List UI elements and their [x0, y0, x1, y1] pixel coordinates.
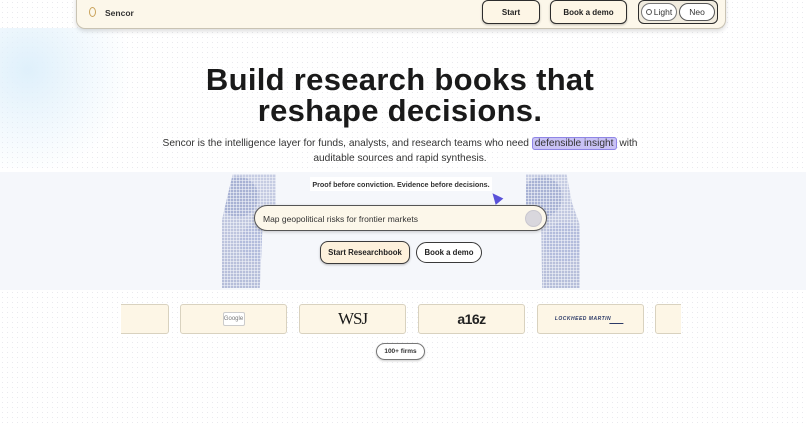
start-button[interactable]: Start: [482, 0, 540, 24]
sun-icon: [645, 9, 652, 15]
subtitle-highlight: defensible insight: [531, 137, 617, 150]
book-demo-button[interactable]: Book a demo: [550, 0, 627, 24]
submit-prompt-button[interactable]: [525, 210, 542, 227]
hero-book-demo-button[interactable]: Book a demo: [416, 242, 482, 263]
landing-page: Sencor Start Book a demo Light Neo Build…: [0, 0, 806, 427]
firms-count-badge: 100+ firms: [376, 343, 425, 360]
start-researchbook-button[interactable]: Start Researchbook: [320, 241, 410, 264]
logo-card-google: Google: [180, 304, 287, 334]
background-glow: [0, 28, 140, 168]
logo-card-partial-right: [655, 304, 681, 334]
logo-card-wsj: WSJ: [299, 304, 406, 334]
top-navbar: Sencor Start Book a demo Light Neo: [76, 0, 726, 29]
hero-title: Build research books that reshape decisi…: [205, 62, 595, 128]
theme-light-label: Light: [653, 7, 673, 17]
research-prompt-input[interactable]: [263, 212, 513, 226]
a16z-logo: a16z: [457, 311, 486, 327]
wsj-logo: WSJ: [337, 309, 368, 328]
hero-subtitle: Sencor is the intelligence layer for fun…: [160, 137, 640, 166]
research-prompt-field[interactable]: [254, 205, 547, 231]
theme-light-option[interactable]: Light: [641, 3, 677, 21]
subtitle-text-before: Sencor is the intelligence layer for fun…: [162, 138, 529, 149]
theme-toggle: Light Neo: [638, 0, 718, 24]
logo-card-a16z: a16z: [418, 304, 525, 334]
theme-neo-option[interactable]: Neo: [679, 3, 715, 21]
lockheed-martin-logo: LOCKHEED MARTIN: [554, 316, 612, 322]
sencor-logo-icon[interactable]: [89, 7, 96, 17]
logo-carousel: Google WSJ a16z LOCKHEED MARTIN: [121, 304, 681, 334]
logo-card-partial: [121, 304, 169, 334]
logo-card-lockheed: LOCKHEED MARTIN: [537, 304, 644, 334]
google-logo: Google: [223, 316, 244, 322]
brand-name[interactable]: Sencor: [105, 8, 134, 18]
tagline: Proof before conviction. Evidence before…: [310, 177, 492, 191]
lockheed-star-icon: [609, 314, 630, 324]
